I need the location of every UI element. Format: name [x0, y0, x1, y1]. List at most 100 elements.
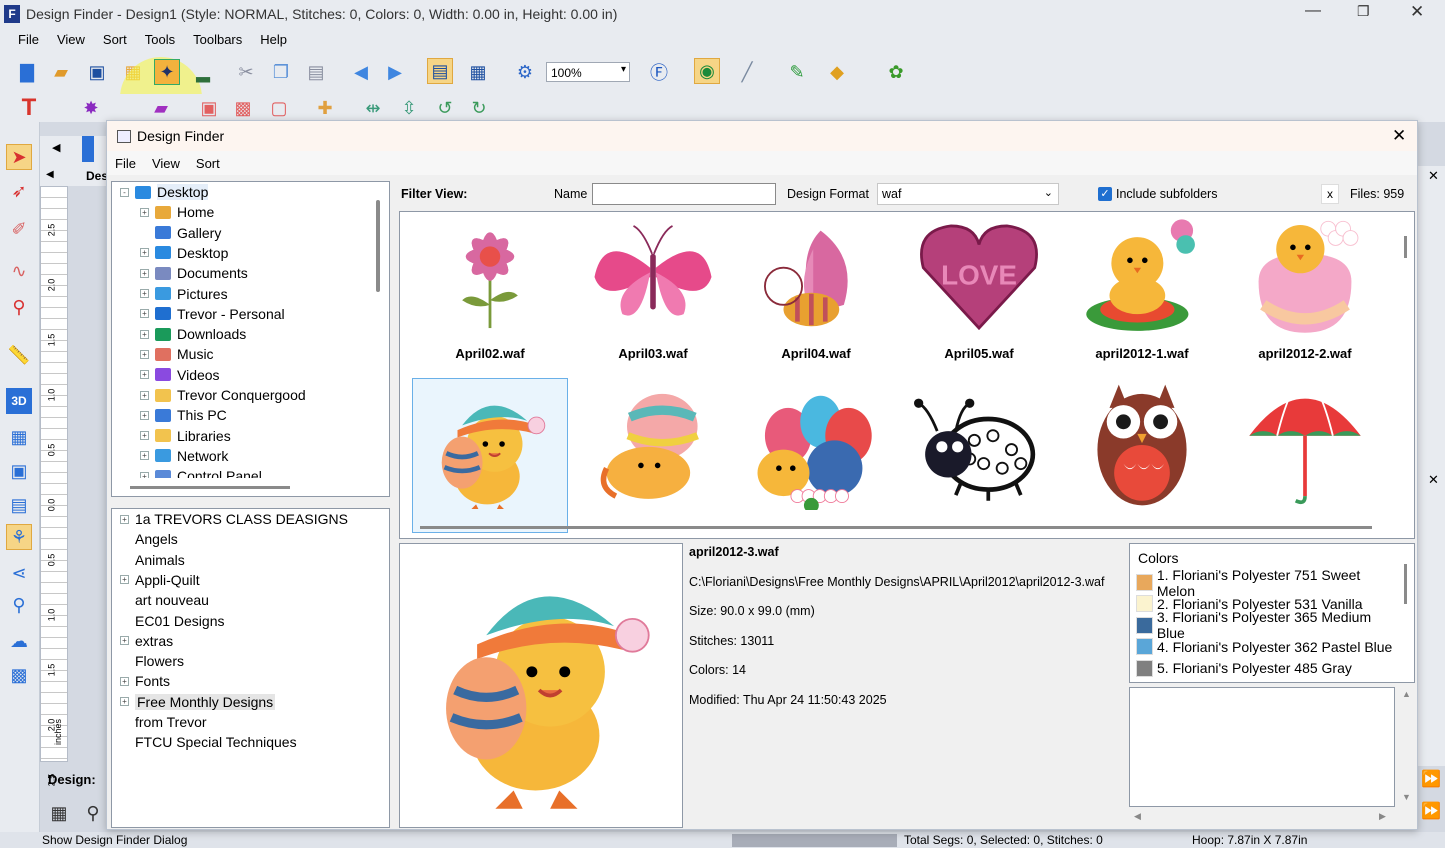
design-thumbnail[interactable]: [738, 380, 894, 535]
tree-item[interactable]: + Network: [140, 446, 228, 466]
export-icon[interactable]: ▂: [190, 59, 216, 85]
cut-icon[interactable]: ✂: [233, 59, 259, 85]
folder-list-item[interactable]: from Trevor: [120, 712, 207, 732]
clear-filter-button[interactable]: x: [1321, 184, 1339, 204]
node-edit-icon[interactable]: ✐: [6, 216, 32, 242]
folder-list-item[interactable]: + Free Monthly Designs: [120, 692, 276, 712]
dialog-menu-file[interactable]: File: [115, 156, 136, 171]
menu-tools[interactable]: Tools: [145, 32, 175, 47]
copy-icon[interactable]: ❐: [268, 59, 294, 85]
ghost-icon[interactable]: ☁: [6, 628, 32, 654]
scroll-down-icon[interactable]: ▼: [1402, 792, 1411, 802]
tree-hscrollbar[interactable]: [130, 486, 290, 489]
expand-icon[interactable]: +: [140, 471, 149, 478]
center-icon[interactable]: ✚: [312, 95, 338, 121]
expand-icon[interactable]: [120, 555, 129, 564]
save-icon[interactable]: ▣: [84, 59, 110, 85]
colors-scrollbar[interactable]: [1404, 564, 1407, 604]
tree-item[interactable]: + This PC: [140, 405, 227, 425]
expand-icon[interactable]: +: [120, 697, 129, 707]
expand-icon[interactable]: [120, 616, 129, 625]
clipboard-icon[interactable]: ▣: [6, 458, 32, 484]
zoom-tool-icon[interactable]: ⚲: [6, 294, 32, 320]
minimize-button[interactable]: —: [1305, 2, 1321, 20]
share-icon[interactable]: ⋖: [6, 560, 32, 586]
panel2-close-icon[interactable]: ✕: [1428, 472, 1439, 488]
expand-icon[interactable]: +: [140, 248, 149, 258]
select-arrow-icon[interactable]: ➤: [6, 144, 32, 170]
3d-view-icon[interactable]: 3D: [6, 388, 32, 414]
notes-hscrollbar[interactable]: ◀ ▶: [1129, 809, 1395, 825]
magnify-icon[interactable]: ⚲: [6, 592, 32, 618]
paste-tool-icon[interactable]: ▤: [6, 492, 32, 518]
expand-icon[interactable]: +: [120, 514, 129, 524]
menu-toolbars[interactable]: Toolbars: [193, 32, 242, 47]
dialog-menu-view[interactable]: View: [152, 156, 180, 171]
tab-left-icon[interactable]: ◀: [46, 169, 54, 180]
expand-icon[interactable]: +: [140, 309, 149, 319]
tree-item[interactable]: + Trevor Conquergood: [140, 385, 306, 405]
tree-item[interactable]: + Documents: [140, 263, 248, 283]
search-design-icon[interactable]: ⚲: [80, 800, 106, 826]
menu-view[interactable]: View: [57, 32, 85, 47]
redo-arrow-icon[interactable]: ▶: [382, 59, 408, 85]
view-icon[interactable]: ▤: [427, 58, 453, 84]
curve-icon[interactable]: ∿: [6, 258, 32, 284]
frame-icon[interactable]: ▢: [266, 95, 292, 121]
design-thumbnail[interactable]: April02.waf: [412, 212, 568, 367]
floriani-logo-icon[interactable]: Ⓕ: [646, 59, 672, 85]
star-tool-icon[interactable]: ✸: [78, 95, 104, 121]
tree-scrollbar[interactable]: [376, 200, 380, 292]
tree-item[interactable]: + Trevor - Personal: [140, 304, 285, 324]
expand-icon[interactable]: +: [140, 370, 149, 380]
color-list-item[interactable]: 5. Floriani's Polyester 485 Gray: [1136, 658, 1352, 679]
expand-icon[interactable]: +: [140, 289, 149, 298]
expand-icon[interactable]: +: [120, 575, 129, 585]
rotate-left-icon[interactable]: ↺: [432, 95, 458, 121]
expand-icon[interactable]: +: [140, 207, 149, 217]
stitch-view-icon[interactable]: ⚘: [6, 524, 32, 550]
thumb-scrollbar[interactable]: [1404, 236, 1407, 258]
folder-list-item[interactable]: + extras: [120, 631, 173, 651]
panel-close-icon[interactable]: ✕: [1428, 168, 1439, 184]
design-format-select[interactable]: waf ⌄: [877, 183, 1059, 205]
collapse-icon[interactable]: -: [120, 187, 129, 197]
layout-icon[interactable]: ▦: [465, 59, 491, 85]
line-tool-icon[interactable]: ╱: [734, 59, 760, 85]
expand-icon[interactable]: +: [140, 410, 149, 420]
folder-list-item[interactable]: FTCU Special Techniques: [120, 732, 297, 752]
include-subfolders-checkbox[interactable]: ✓: [1098, 187, 1112, 201]
design-thumbnail[interactable]: april2012-2.waf: [1227, 212, 1383, 367]
folder-list-item[interactable]: Animals: [120, 550, 185, 570]
tree-item[interactable]: + Pictures: [140, 284, 228, 304]
menu-sort[interactable]: Sort: [103, 32, 127, 47]
expand-icon[interactable]: +: [140, 329, 149, 339]
mirror-icon[interactable]: ⇹: [360, 95, 386, 121]
fill-tool-icon[interactable]: ◆: [824, 59, 850, 85]
scroll-up-icon[interactable]: ▲: [1402, 689, 1411, 699]
color-list-item[interactable]: 4. Floriani's Polyester 362 Pastel Blue: [1136, 636, 1392, 657]
design-thumbnail[interactable]: [901, 380, 1057, 535]
design-finder-icon[interactable]: ✦: [154, 59, 180, 85]
maximize-button[interactable]: ❐: [1357, 3, 1370, 20]
expand-icon[interactable]: +: [120, 676, 129, 686]
folder-list-item[interactable]: + Appli-Quilt: [120, 570, 200, 590]
expand-icon[interactable]: +: [140, 268, 149, 278]
folder-list-item[interactable]: +1a TREVORS CLASS DEASIGNS: [120, 509, 348, 529]
notes-scrollbar[interactable]: ▲ ▼: [1399, 687, 1415, 827]
paste-icon[interactable]: ▤: [303, 59, 329, 85]
folder-list-item[interactable]: EC01 Designs: [120, 611, 225, 631]
expand-icon[interactable]: +: [140, 349, 149, 359]
hoop-icon[interactable]: ✿: [883, 59, 909, 85]
expand-icon[interactable]: +: [140, 451, 149, 461]
scroll-right-icon[interactable]: ▶: [1379, 811, 1386, 822]
new-file-icon[interactable]: ▇: [14, 59, 40, 85]
rotate-right-icon[interactable]: ↻: [466, 95, 492, 121]
design-tab[interactable]: ◀ Des: [40, 166, 108, 186]
expand-icon[interactable]: [120, 657, 129, 666]
color-list-item[interactable]: 1. Floriani's Polyester 751 Sweet Melon: [1136, 567, 1400, 599]
menu-help[interactable]: Help: [260, 32, 287, 47]
design-thumbnail[interactable]: April03.waf: [575, 212, 731, 367]
tree-item[interactable]: + Libraries: [140, 426, 231, 446]
thumb-hscrollbar[interactable]: [420, 526, 1372, 529]
